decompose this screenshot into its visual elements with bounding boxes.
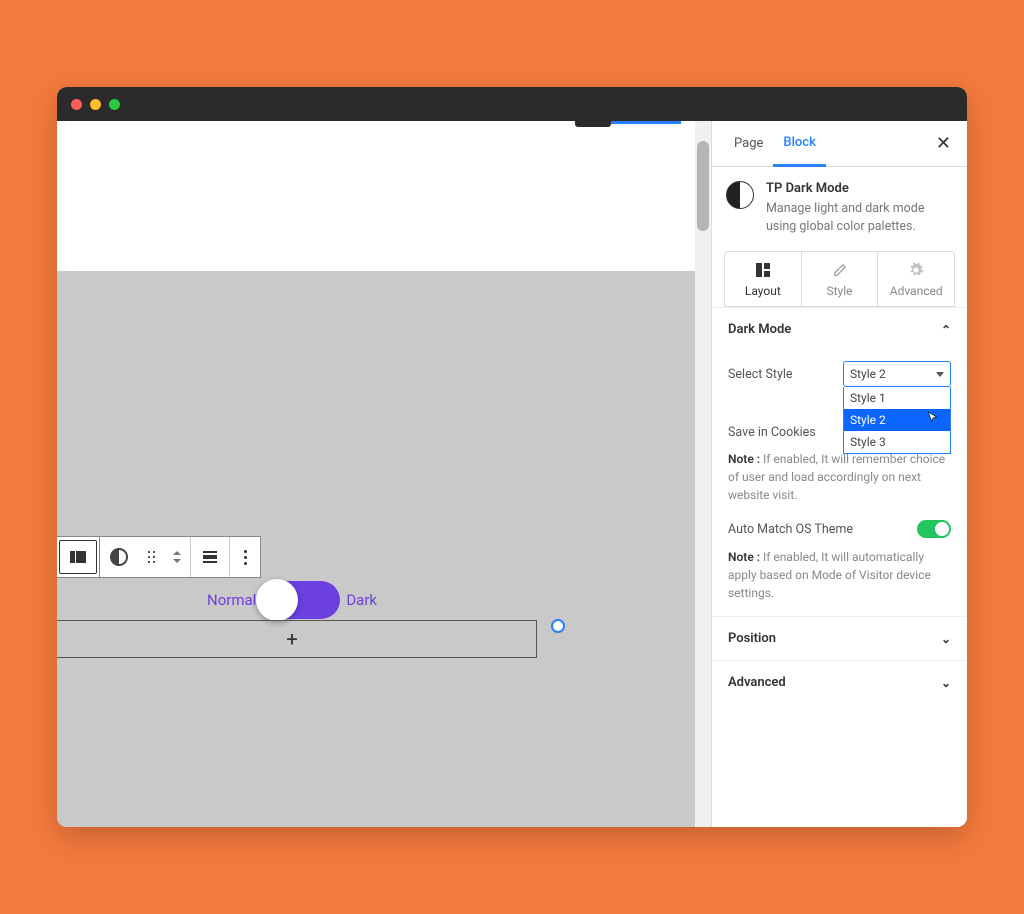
block-title: TP Dark Mode (766, 181, 953, 196)
switch-knob (256, 579, 298, 621)
chevron-down-icon: ⌄ (941, 676, 951, 690)
auto-match-toggle[interactable] (917, 520, 951, 538)
option-style-2[interactable]: Style 2 (844, 409, 950, 431)
block-icon (726, 181, 754, 209)
dark-mode-switch[interactable] (262, 581, 340, 619)
block-description: Manage light and dark mode using global … (766, 200, 953, 235)
drag-handle[interactable] (138, 537, 164, 577)
align-icon (203, 551, 217, 563)
publish-underline (611, 121, 681, 124)
chevron-down-icon: ⌄ (941, 632, 951, 646)
cursor-icon (926, 411, 940, 425)
editor-scrollbar[interactable] (695, 121, 711, 827)
chevron-up-icon: ⌃ (941, 323, 951, 337)
select-style-dropdown[interactable]: Style 2 (843, 361, 951, 387)
dark-mode-toggle-block: Normal Dark (207, 581, 377, 619)
save-cookies-note: Note : If enabled, It will remember choi… (728, 450, 951, 504)
move-arrows-icon (173, 551, 181, 563)
save-cookies-label: Save in Cookies (728, 425, 816, 440)
option-style-1[interactable]: Style 1 (844, 387, 950, 409)
block-toolbar (99, 536, 261, 578)
more-options-button[interactable] (230, 537, 260, 577)
chevron-down-icon (936, 372, 944, 377)
kebab-icon (244, 550, 247, 565)
app-window: Normal Dark + Page Block ✕ TP Dark Mode (57, 87, 967, 827)
subtab-advanced-label: Advanced (890, 284, 943, 298)
block-focus-handle[interactable] (551, 619, 565, 633)
select-style-wrap: Style 2 Style 1 Style 2 Style 3 (843, 361, 951, 387)
option-style-3[interactable]: Style 3 (844, 431, 950, 453)
settings-subtabs: Layout Style Advanced (724, 251, 955, 307)
panel-position: Position ⌄ (712, 616, 967, 660)
scrollbar-thumb[interactable] (697, 141, 709, 231)
window-titlebar (57, 87, 967, 121)
panel-darkmode-title: Dark Mode (728, 322, 791, 337)
toggle-label-dark: Dark (346, 591, 377, 609)
panel-advanced-title: Advanced (728, 675, 786, 690)
panel-darkmode: Dark Mode ⌃ Select Style Style 2 Style 1 (712, 307, 967, 616)
window-close-dot[interactable] (71, 99, 82, 110)
editor-header-region (57, 121, 711, 271)
select-style-label: Select Style (728, 367, 793, 382)
window-maximize-dot[interactable] (109, 99, 120, 110)
subtab-style-label: Style (827, 284, 853, 298)
move-up-down[interactable] (164, 537, 190, 577)
auto-match-note: Note : If enabled, It will automatically… (728, 548, 951, 602)
drag-icon (148, 551, 155, 563)
parent-block-icon[interactable] (59, 540, 97, 574)
align-button[interactable] (191, 537, 229, 577)
sidebar-tabs: Page Block ✕ (712, 121, 967, 167)
subtab-style[interactable]: Style (802, 252, 879, 306)
toggle-knob (935, 522, 949, 536)
block-type-button[interactable] (100, 537, 138, 577)
layout-tab-icon (756, 263, 770, 277)
window-minimize-dot[interactable] (90, 99, 101, 110)
subtab-layout-label: Layout (745, 284, 781, 298)
toggle-label-normal: Normal (207, 591, 256, 609)
option-style-2-label: Style 2 (850, 413, 886, 427)
auto-match-label: Auto Match OS Theme (728, 522, 853, 537)
close-sidebar-button[interactable]: ✕ (932, 129, 955, 158)
panel-darkmode-header[interactable]: Dark Mode ⌃ (712, 308, 967, 351)
panel-advanced: Advanced ⌄ (712, 660, 967, 704)
pencil-icon (832, 262, 848, 278)
select-style-options: Style 1 Style 2 Style 3 (843, 387, 951, 454)
tab-block[interactable]: Block (773, 121, 825, 167)
block-info: TP Dark Mode Manage light and dark mode … (712, 167, 967, 245)
parent-block-toolbar (57, 536, 101, 578)
settings-sidebar: Page Block ✕ TP Dark Mode Manage light a… (711, 121, 967, 827)
settings-button-fragment (575, 121, 611, 127)
panel-position-title: Position (728, 631, 776, 646)
layout-block-icon (70, 551, 86, 563)
add-block-button[interactable]: + (57, 620, 537, 658)
panel-position-header[interactable]: Position ⌄ (712, 617, 967, 660)
subtab-layout[interactable]: Layout (725, 252, 802, 306)
select-style-value: Style 2 (850, 367, 886, 381)
subtab-advanced[interactable]: Advanced (878, 252, 954, 306)
panel-advanced-header[interactable]: Advanced ⌄ (712, 661, 967, 704)
tab-page[interactable]: Page (724, 122, 773, 165)
editor-canvas[interactable]: Normal Dark + (57, 121, 711, 827)
plus-icon: + (286, 627, 297, 651)
note-prefix: Note : (728, 452, 763, 466)
gear-icon (908, 262, 924, 278)
note-prefix-2: Note : (728, 550, 763, 564)
content-area: Normal Dark + Page Block ✕ TP Dark Mode (57, 121, 967, 827)
contrast-icon (110, 548, 128, 566)
